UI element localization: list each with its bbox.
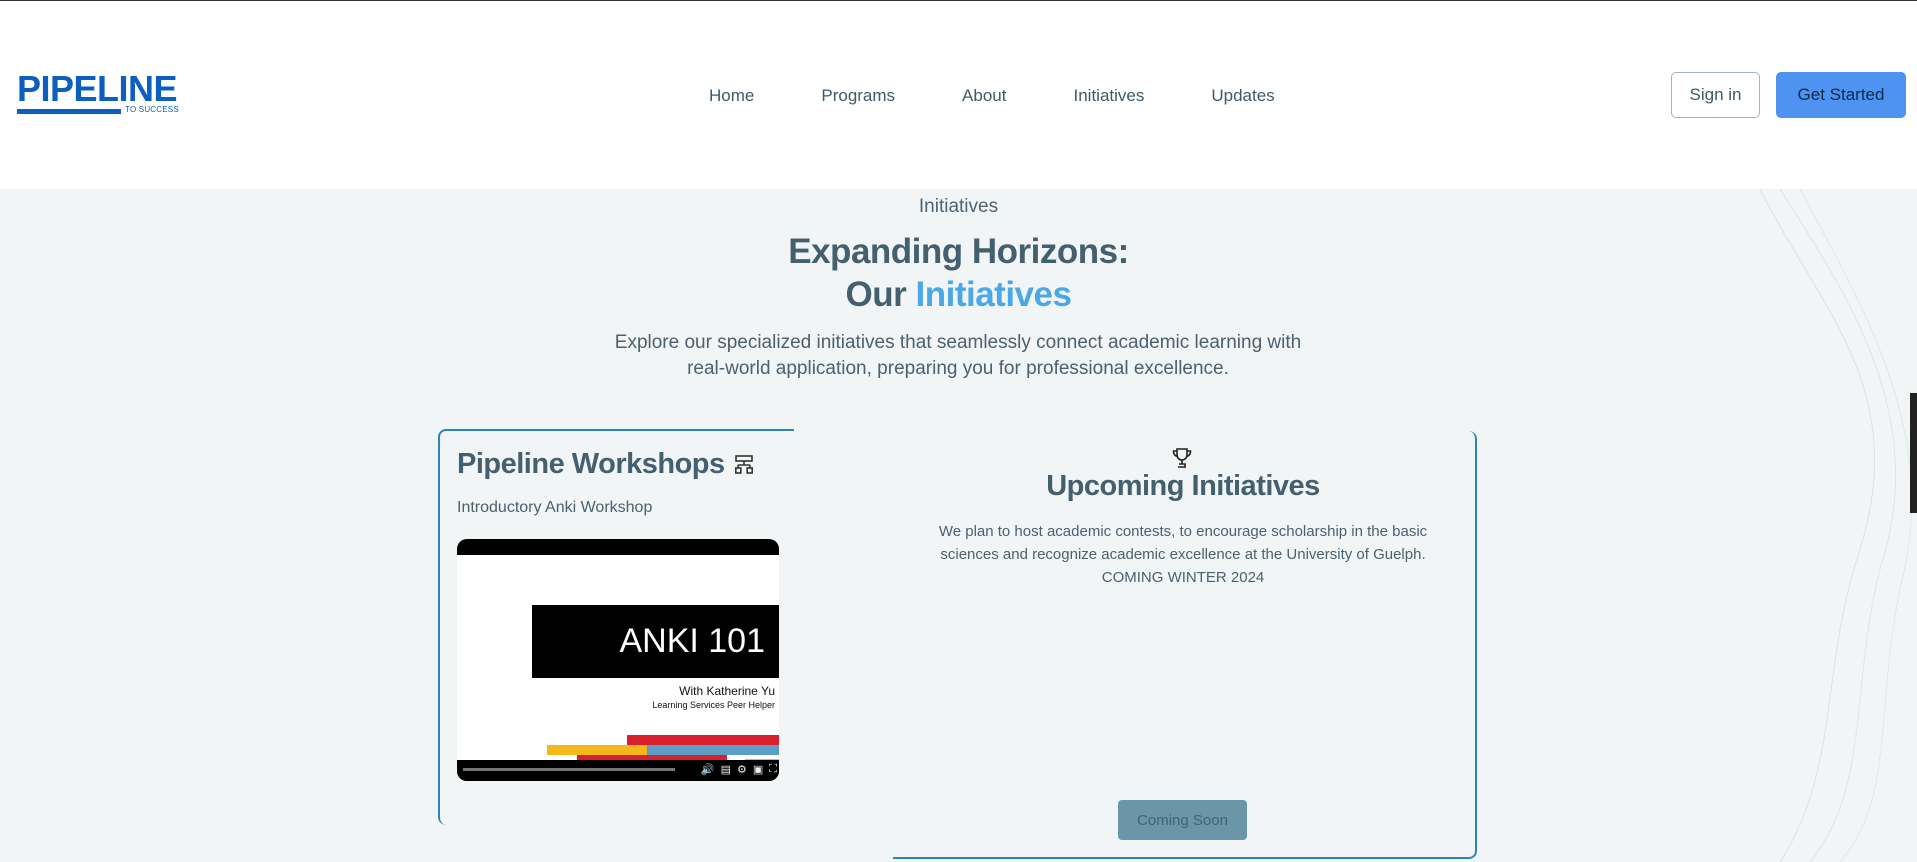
title-line-2-plain: Our [845, 275, 907, 314]
pipeline-logo[interactable]: PIPELINE TO SUCCESS [17, 71, 187, 119]
settings-icon[interactable]: ⚙ [737, 763, 747, 776]
workshop-video-player[interactable]: ANKI 101 With Katherine Yu Learning Serv… [457, 539, 779, 781]
trophy-icon [1172, 448, 1192, 468]
scrollbar-thumb[interactable] [1910, 393, 1917, 513]
sign-in-button[interactable]: Sign in [1671, 72, 1760, 118]
nav-programs[interactable]: Programs [821, 85, 895, 107]
slide-stripe-blue [647, 745, 779, 755]
fullscreen-icon[interactable]: ⛶ [769, 763, 777, 776]
upcoming-title: Upcoming Initiatives [1046, 470, 1320, 502]
section-title: Expanding Horizons: Our Initiatives [0, 230, 1917, 316]
title-line-2-accent: Initiatives [915, 275, 1072, 314]
site-header: PIPELINE TO SUCCESS Home Programs About … [0, 1, 1917, 189]
workshops-title: Pipeline Workshops [457, 448, 753, 481]
coming-soon-button[interactable]: Coming Soon [1118, 800, 1247, 840]
nav-home[interactable]: Home [709, 85, 754, 107]
slide-stripe-red [627, 735, 779, 745]
nav-about[interactable]: About [962, 85, 1006, 107]
logo-tagline: TO SUCCESS [125, 105, 179, 114]
upcoming-body: We plan to host academic contests, to en… [938, 523, 1428, 586]
sitemap-icon [734, 454, 753, 474]
main-nav: Home Programs About Initiatives Updates [709, 85, 1275, 107]
logo-wordmark: PIPELINE [17, 68, 178, 109]
section-subtitle: Explore our specialized initiatives that… [614, 332, 1302, 379]
nav-initiatives[interactable]: Initiatives [1073, 85, 1144, 107]
workshops-title-text: Pipeline Workshops [457, 448, 725, 480]
video-author: With Katherine Yu [679, 684, 775, 698]
volume-icon[interactable]: 🔊 [701, 763, 715, 776]
video-role: Learning Services Peer Helper [652, 700, 775, 710]
logo-underline [17, 109, 121, 114]
workshops-subtitle: Introductory Anki Workshop [457, 499, 653, 516]
video-controls: 🔊 ▤ ⚙ ▣ ⛶ [457, 760, 779, 781]
slide-stripe-yellow [547, 745, 647, 755]
get-started-button[interactable]: Get Started [1776, 72, 1906, 118]
nav-updates[interactable]: Updates [1211, 85, 1274, 107]
video-slide-title: ANKI 101 [532, 605, 779, 678]
video-frame: ANKI 101 With Katherine Yu Learning Serv… [457, 555, 779, 776]
section-eyebrow: Initiatives [918, 196, 999, 217]
title-line-1: Expanding Horizons: [788, 232, 1129, 271]
video-progress-bar[interactable] [463, 768, 675, 771]
miniplayer-icon[interactable]: ▣ [753, 763, 763, 776]
captions-icon[interactable]: ▤ [721, 763, 731, 776]
